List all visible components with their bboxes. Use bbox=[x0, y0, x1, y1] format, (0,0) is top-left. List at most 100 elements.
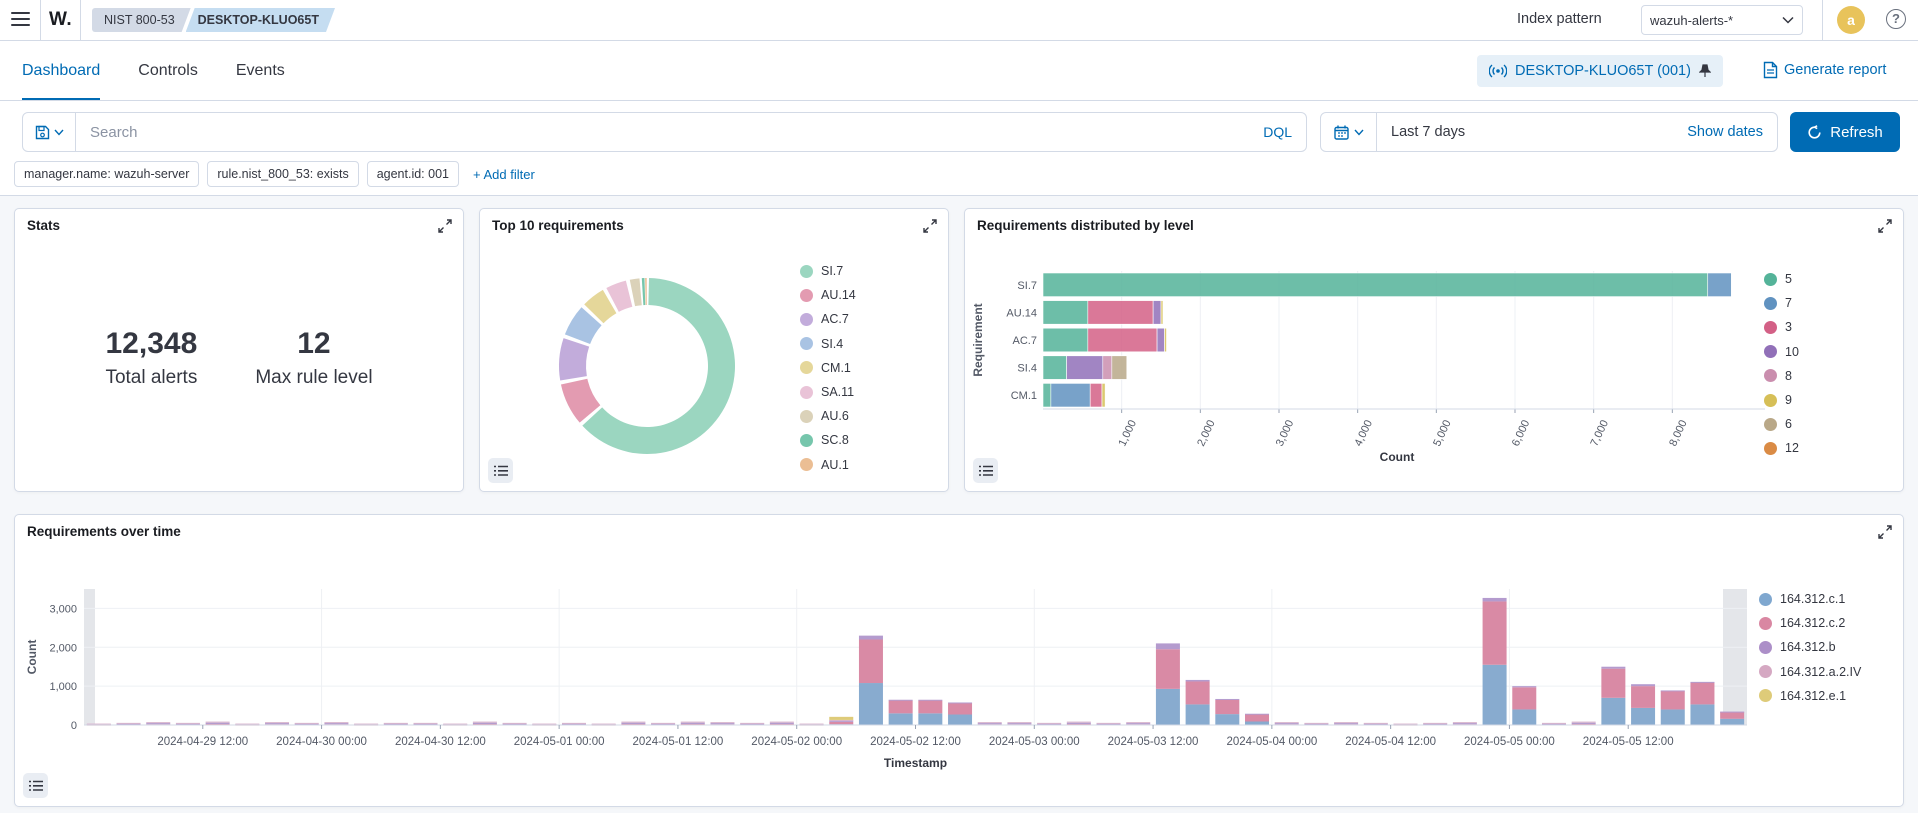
time-bar-segment[interactable] bbox=[948, 703, 972, 715]
index-pattern-select[interactable]: wazuh-alerts-* bbox=[1641, 5, 1803, 35]
time-bar-segment[interactable] bbox=[532, 724, 556, 725]
time-bar-segment[interactable] bbox=[1067, 722, 1091, 723]
date-quick-select-button[interactable] bbox=[1321, 113, 1377, 151]
time-bar-segment[interactable] bbox=[681, 723, 705, 724]
time-bar-segment[interactable] bbox=[978, 723, 1002, 724]
time-bar-segment[interactable] bbox=[1601, 698, 1625, 725]
time-bar-segment[interactable] bbox=[265, 722, 289, 723]
time-bar-segment[interactable] bbox=[592, 724, 616, 725]
time-bar-segment[interactable] bbox=[1126, 722, 1150, 723]
bar-segment-level-9[interactable] bbox=[1102, 383, 1105, 407]
time-bar-segment[interactable] bbox=[1483, 601, 1507, 664]
show-dates-button[interactable]: Show dates bbox=[1687, 124, 1777, 140]
requirements-over-time-chart[interactable]: 01,0002,0003,0002024-04-29 12:002024-04-… bbox=[15, 515, 1903, 806]
time-bar-segment[interactable] bbox=[473, 723, 497, 724]
legend-item[interactable]: 8 bbox=[1764, 364, 1799, 388]
legend-item[interactable]: AU.1 bbox=[800, 453, 856, 477]
avatar[interactable]: a bbox=[1837, 6, 1865, 34]
menu-icon[interactable] bbox=[11, 12, 30, 27]
time-bar-segment[interactable] bbox=[1156, 649, 1180, 689]
bar-segment-level-10[interactable] bbox=[1153, 301, 1161, 325]
time-bar-segment[interactable] bbox=[1453, 723, 1477, 724]
tab-dashboard[interactable]: Dashboard bbox=[22, 41, 100, 100]
legend-item[interactable]: 9 bbox=[1764, 388, 1799, 412]
time-bar-segment[interactable] bbox=[829, 720, 853, 721]
filter-pill[interactable]: manager.name: wazuh-server bbox=[14, 161, 199, 187]
time-bar-segment[interactable] bbox=[1631, 684, 1655, 686]
time-bar-segment[interactable] bbox=[503, 723, 527, 724]
donut-slice-SC.8[interactable] bbox=[642, 278, 645, 305]
time-bar-segment[interactable] bbox=[1453, 722, 1477, 723]
time-bar-segment[interactable] bbox=[681, 722, 705, 723]
time-bar-segment[interactable] bbox=[295, 723, 319, 724]
donut-slice-AU.1[interactable] bbox=[645, 278, 647, 305]
bar-segment-level-10[interactable] bbox=[1157, 328, 1164, 352]
time-bar-segment[interactable] bbox=[1245, 714, 1269, 715]
saved-queries-button[interactable] bbox=[23, 113, 76, 151]
add-filter-button[interactable]: + Add filter bbox=[473, 167, 535, 182]
time-bar-segment[interactable] bbox=[1572, 722, 1596, 723]
bar-segment-level-8[interactable] bbox=[1103, 356, 1112, 380]
time-bar-segment[interactable] bbox=[206, 723, 230, 724]
legend-item[interactable]: CM.1 bbox=[800, 356, 856, 380]
time-bar-segment[interactable] bbox=[354, 724, 378, 725]
legend-item[interactable]: AC.7 bbox=[800, 307, 856, 331]
pin-icon[interactable] bbox=[1699, 64, 1711, 78]
bar-segment-level-5[interactable] bbox=[1043, 356, 1067, 380]
time-bar-segment[interactable] bbox=[1156, 643, 1180, 649]
time-bar-segment[interactable] bbox=[1037, 723, 1061, 724]
time-bar-segment[interactable] bbox=[146, 723, 170, 724]
time-range-value[interactable]: Last 7 days bbox=[1377, 124, 1687, 140]
time-bar-segment[interactable] bbox=[948, 715, 972, 725]
legend-item[interactable]: 12 bbox=[1764, 436, 1799, 460]
generate-report-button[interactable]: Generate report bbox=[1763, 61, 1886, 79]
time-bar-segment[interactable] bbox=[978, 722, 1002, 723]
bar-segment-level-5[interactable] bbox=[1043, 301, 1088, 325]
time-bar-segment[interactable] bbox=[1661, 709, 1685, 725]
donut-slice-AC.7[interactable] bbox=[559, 338, 589, 380]
time-bar-segment[interactable] bbox=[1007, 723, 1031, 724]
time-bar-segment[interactable] bbox=[206, 722, 230, 723]
agent-pinned-button[interactable]: DESKTOP-KLUO65T (001) bbox=[1477, 55, 1723, 87]
time-bar-segment[interactable] bbox=[1215, 714, 1239, 725]
time-bar-segment[interactable] bbox=[1512, 709, 1536, 725]
time-bar-segment[interactable] bbox=[918, 700, 942, 701]
time-bar-segment[interactable] bbox=[1186, 704, 1210, 725]
time-bar-segment[interactable] bbox=[1097, 723, 1121, 724]
time-bar-segment[interactable] bbox=[1542, 723, 1566, 724]
time-bar-segment[interactable] bbox=[1690, 682, 1714, 683]
bar-segment-level-7[interactable] bbox=[1051, 383, 1090, 407]
time-bar-segment[interactable] bbox=[1601, 667, 1625, 669]
time-bar-segment[interactable] bbox=[265, 723, 289, 724]
bar-segment-level-3[interactable] bbox=[1090, 383, 1102, 407]
time-bar-segment[interactable] bbox=[1631, 686, 1655, 708]
time-bar-segment[interactable] bbox=[770, 723, 794, 724]
refresh-button[interactable]: Refresh bbox=[1790, 112, 1900, 152]
time-bar-segment[interactable] bbox=[176, 723, 200, 724]
legend-toggle-button[interactable] bbox=[488, 458, 513, 483]
time-bar-segment[interactable] bbox=[1304, 723, 1328, 724]
legend-item[interactable]: AU.14 bbox=[800, 283, 856, 307]
time-bar-segment[interactable] bbox=[1572, 723, 1596, 724]
legend-item[interactable]: AU.6 bbox=[800, 404, 856, 428]
time-bar-segment[interactable] bbox=[1512, 686, 1536, 687]
time-bar-segment[interactable] bbox=[1631, 708, 1655, 725]
bar-segment-level-3[interactable] bbox=[1088, 301, 1153, 325]
time-bar-segment[interactable] bbox=[1334, 723, 1358, 724]
time-bar-segment[interactable] bbox=[1483, 598, 1507, 601]
time-bar-segment[interactable] bbox=[117, 723, 141, 724]
legend-toggle-button[interactable] bbox=[973, 458, 998, 483]
bar-segment-level-7[interactable] bbox=[1708, 273, 1732, 297]
time-bar-segment[interactable] bbox=[1690, 682, 1714, 704]
legend-item[interactable]: 164.312.c.1 bbox=[1759, 587, 1861, 611]
bar-segment-level-5[interactable] bbox=[1043, 328, 1088, 352]
time-bar-segment[interactable] bbox=[859, 640, 883, 684]
time-bar-segment[interactable] bbox=[443, 724, 467, 725]
help-icon[interactable]: ? bbox=[1886, 9, 1906, 29]
bar-segment-level-3[interactable] bbox=[1088, 328, 1157, 352]
time-bar-segment[interactable] bbox=[740, 723, 764, 724]
time-bar-segment[interactable] bbox=[1215, 699, 1239, 700]
time-bar-segment[interactable] bbox=[621, 723, 645, 724]
time-bar-segment[interactable] bbox=[324, 723, 348, 724]
legend-toggle-button[interactable] bbox=[23, 773, 48, 798]
